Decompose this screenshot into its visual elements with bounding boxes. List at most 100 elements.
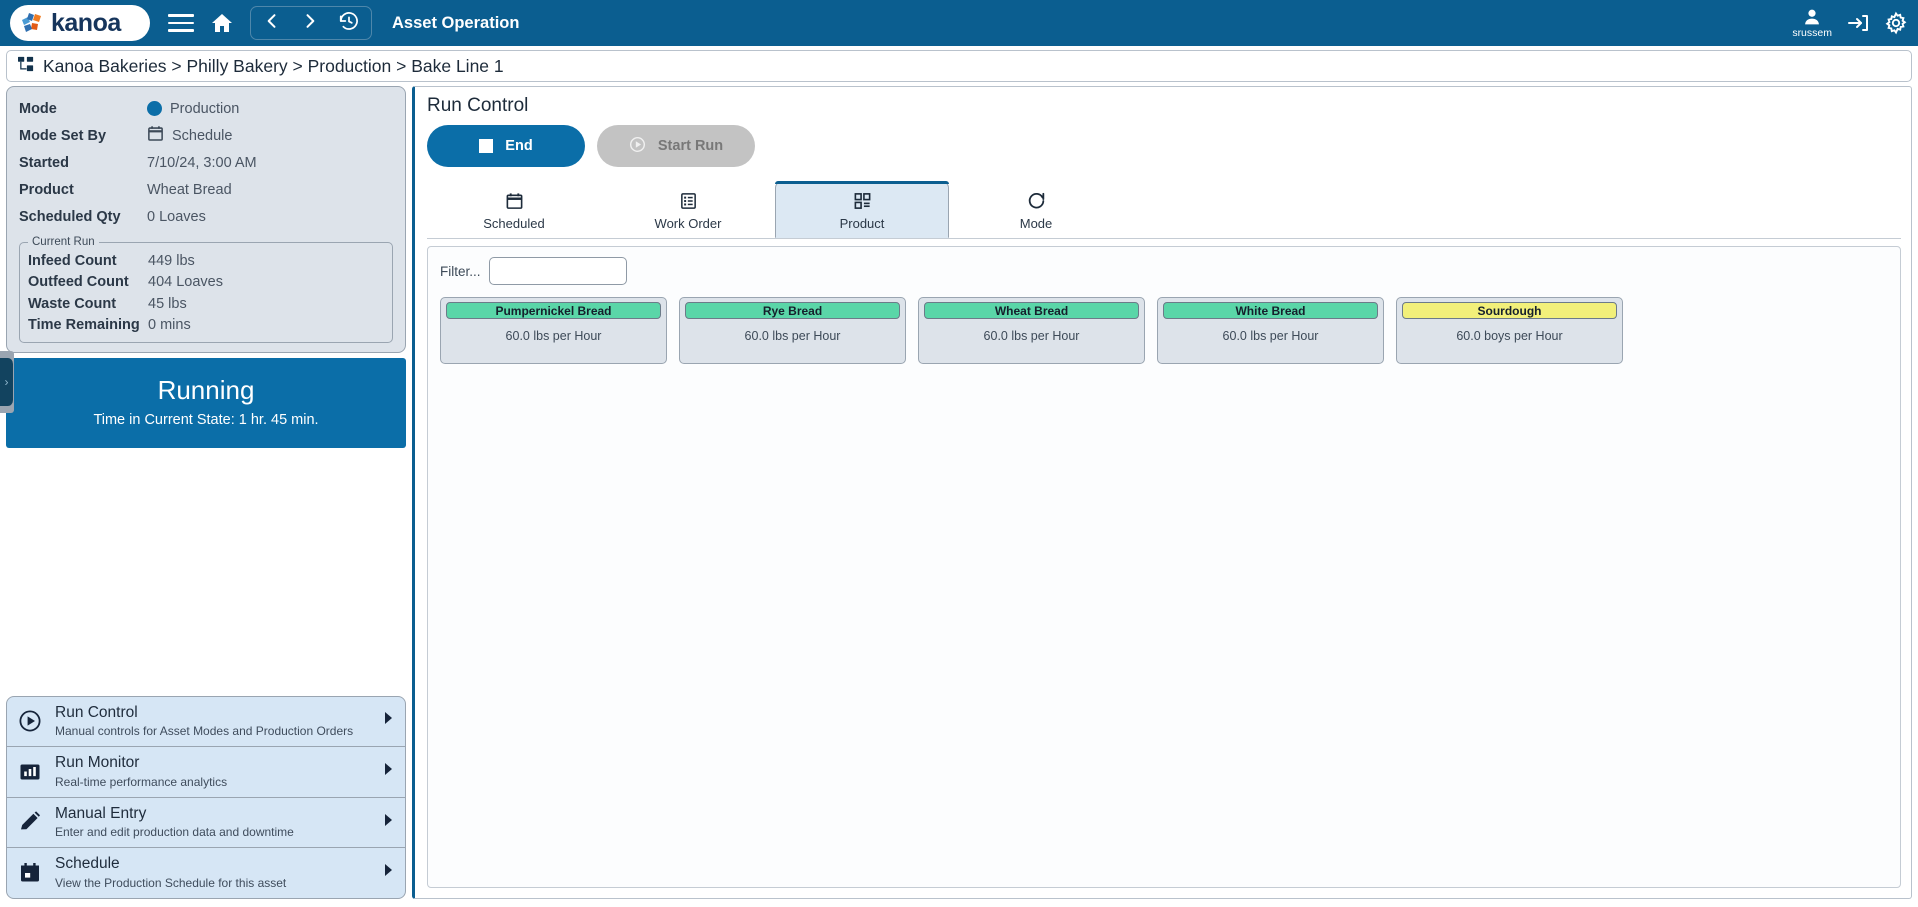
username-label: srussem bbox=[1792, 26, 1832, 39]
history-icon[interactable] bbox=[333, 10, 365, 37]
chevron-right-icon bbox=[381, 762, 395, 781]
breadcrumb-bar: Kanoa Bakeries > Philly Bakery > Product… bbox=[0, 46, 1918, 82]
list-icon bbox=[679, 189, 698, 211]
run-row-outfeed: Outfeed Count 404 Loaves bbox=[28, 272, 384, 294]
top-bar: kanoa Asset Operation srussem bbox=[0, 0, 1918, 46]
sidebar-item-label: Schedule bbox=[55, 855, 120, 873]
run-label: Outfeed Count bbox=[28, 274, 129, 291]
sidebar-item-label: Run Control bbox=[55, 703, 138, 721]
pencil-icon bbox=[17, 810, 43, 834]
kanoa-logo-text: kanoa bbox=[51, 8, 121, 37]
run-value: 0 mins bbox=[148, 317, 191, 334]
asset-info-card: Mode Production Mode Set By Schedule Sta… bbox=[6, 86, 406, 353]
play-circle-icon bbox=[17, 709, 43, 733]
login-icon[interactable] bbox=[1846, 11, 1870, 35]
filter-label: Filter... bbox=[440, 263, 481, 279]
run-value: 449 lbs bbox=[148, 252, 195, 269]
sidebar-item-text: Manual Entry Enter and edit production d… bbox=[55, 805, 369, 840]
gear-icon[interactable] bbox=[1884, 11, 1908, 35]
info-row-mode-set-by: Mode Set By Schedule bbox=[19, 122, 393, 149]
run-control-title: Run Control bbox=[427, 95, 529, 116]
sidebar-item-text: Schedule View the Production Schedule fo… bbox=[55, 855, 369, 890]
mode-set-by-value-text: Schedule bbox=[172, 127, 233, 144]
product-name-banner: Sourdough bbox=[1402, 302, 1617, 319]
info-row-started: Started 7/10/24, 3:00 AM bbox=[19, 149, 393, 176]
product-rate: 60.0 lbs per Hour bbox=[744, 329, 841, 343]
sidebar-item-schedule[interactable]: Schedule View the Production Schedule fo… bbox=[7, 847, 405, 898]
run-action-buttons: End Start Run bbox=[427, 125, 1901, 167]
run-row-time-remaining: Time Remaining 0 mins bbox=[28, 315, 384, 337]
current-run-group: Current Run Infeed Count 449 lbs Outfeed… bbox=[19, 236, 393, 343]
run-row-waste: Waste Count 45 lbs bbox=[28, 293, 384, 315]
product-rate: 60.0 lbs per Hour bbox=[1222, 329, 1319, 343]
info-label: Mode bbox=[19, 100, 57, 117]
kanoa-logo[interactable]: kanoa bbox=[10, 5, 150, 41]
filter-row: Filter... bbox=[440, 257, 1888, 285]
run-control-tabs: Scheduled Work Order Product Mode bbox=[427, 181, 1901, 239]
breadcrumb-text: Kanoa Bakeries > Philly Bakery > Product… bbox=[43, 55, 504, 76]
hamburger-icon[interactable] bbox=[168, 14, 194, 32]
info-label: Product bbox=[19, 181, 74, 198]
tab-scheduled[interactable]: Scheduled bbox=[427, 181, 601, 238]
qr-code-icon bbox=[853, 189, 872, 211]
info-row-mode: Mode Production bbox=[19, 95, 393, 122]
tab-label: Work Order bbox=[654, 216, 722, 231]
sidebar-item-desc: View the Production Schedule for this as… bbox=[55, 876, 287, 890]
play-circle-icon bbox=[629, 136, 646, 157]
info-value: Schedule bbox=[147, 125, 232, 146]
sidebar-item-label: Run Monitor bbox=[55, 754, 140, 772]
breadcrumb[interactable]: Kanoa Bakeries > Philly Bakery > Product… bbox=[6, 50, 1912, 82]
product-rate: 60.0 lbs per Hour bbox=[983, 329, 1080, 343]
product-card-rye-bread[interactable]: Rye Bread 60.0 lbs per Hour bbox=[679, 297, 906, 364]
sidebar-menu: Run Control Manual controls for Asset Mo… bbox=[6, 695, 406, 899]
info-label: Mode Set By bbox=[19, 127, 107, 144]
mode-value-text: Production bbox=[170, 100, 240, 117]
user-menu[interactable]: srussem bbox=[1792, 8, 1832, 39]
sidebar-item-manual-entry[interactable]: Manual Entry Enter and edit production d… bbox=[7, 796, 405, 848]
sidebar-item-desc: Manual controls for Asset Modes and Prod… bbox=[55, 724, 354, 739]
product-grid: Pumpernickel Bread 60.0 lbs per Hour Rye… bbox=[440, 297, 1888, 364]
run-label: Infeed Count bbox=[28, 252, 117, 269]
start-run-label: Start Run bbox=[657, 138, 724, 154]
state-subtitle: Time in Current State: 1 hr. 45 min. bbox=[93, 411, 319, 428]
chevron-right-icon[interactable] bbox=[295, 11, 325, 36]
info-value: 0 Loaves bbox=[147, 208, 206, 225]
info-value: 7/10/24, 3:00 AM bbox=[147, 154, 257, 171]
run-value: 45 lbs bbox=[148, 295, 187, 312]
start-run-button[interactable]: Start Run bbox=[597, 125, 755, 167]
filter-input[interactable] bbox=[488, 257, 627, 285]
product-tab-content: Filter... Pumpernickel Bread 60.0 lbs pe… bbox=[427, 246, 1901, 888]
tab-mode[interactable]: Mode bbox=[949, 181, 1123, 238]
product-card-white-bread[interactable]: White Bread 60.0 lbs per Hour bbox=[1157, 297, 1384, 364]
end-run-button[interactable]: End bbox=[427, 125, 585, 167]
product-card-wheat-bread[interactable]: Wheat Bread 60.0 lbs per Hour bbox=[918, 297, 1145, 364]
sidebar-item-label: Manual Entry bbox=[55, 804, 147, 822]
product-rate: 60.0 lbs per Hour bbox=[505, 329, 602, 343]
stop-square-icon bbox=[479, 139, 494, 153]
product-card-sourdough[interactable]: Sourdough 60.0 boys per Hour bbox=[1396, 297, 1623, 364]
product-name-banner: Wheat Bread bbox=[924, 302, 1139, 319]
tab-label: Mode bbox=[1019, 216, 1053, 231]
sidebar-item-text: Run Control Manual controls for Asset Mo… bbox=[55, 704, 369, 739]
top-bar-right: srussem bbox=[1792, 0, 1908, 46]
calendar-icon bbox=[147, 125, 164, 146]
chevron-left-icon[interactable] bbox=[257, 11, 287, 36]
asset-sidebar: › Mode Production Mode Set By Schedule S… bbox=[0, 86, 406, 899]
info-label: Scheduled Qty bbox=[19, 208, 121, 225]
run-value: 404 Loaves bbox=[148, 274, 223, 291]
tab-work-order[interactable]: Work Order bbox=[601, 181, 775, 238]
nav-button-group bbox=[250, 6, 372, 40]
sidebar-item-run-control[interactable]: Run Control Manual controls for Asset Mo… bbox=[7, 697, 405, 747]
tab-product[interactable]: Product bbox=[775, 181, 949, 238]
sidebar-item-run-monitor[interactable]: Run Monitor Real-time performance analyt… bbox=[7, 746, 405, 797]
home-icon[interactable] bbox=[210, 11, 234, 35]
tab-label: Product bbox=[839, 216, 885, 231]
sidebar-collapse-handle[interactable]: › bbox=[0, 358, 14, 406]
product-card-pumpernickel-bread[interactable]: Pumpernickel Bread 60.0 lbs per Hour bbox=[440, 297, 667, 364]
bar-chart-icon bbox=[17, 760, 43, 784]
info-label: Started bbox=[19, 154, 69, 171]
info-value: Wheat Bread bbox=[147, 181, 232, 198]
run-label: Time Remaining bbox=[28, 317, 140, 334]
chevron-right-icon bbox=[381, 863, 395, 882]
